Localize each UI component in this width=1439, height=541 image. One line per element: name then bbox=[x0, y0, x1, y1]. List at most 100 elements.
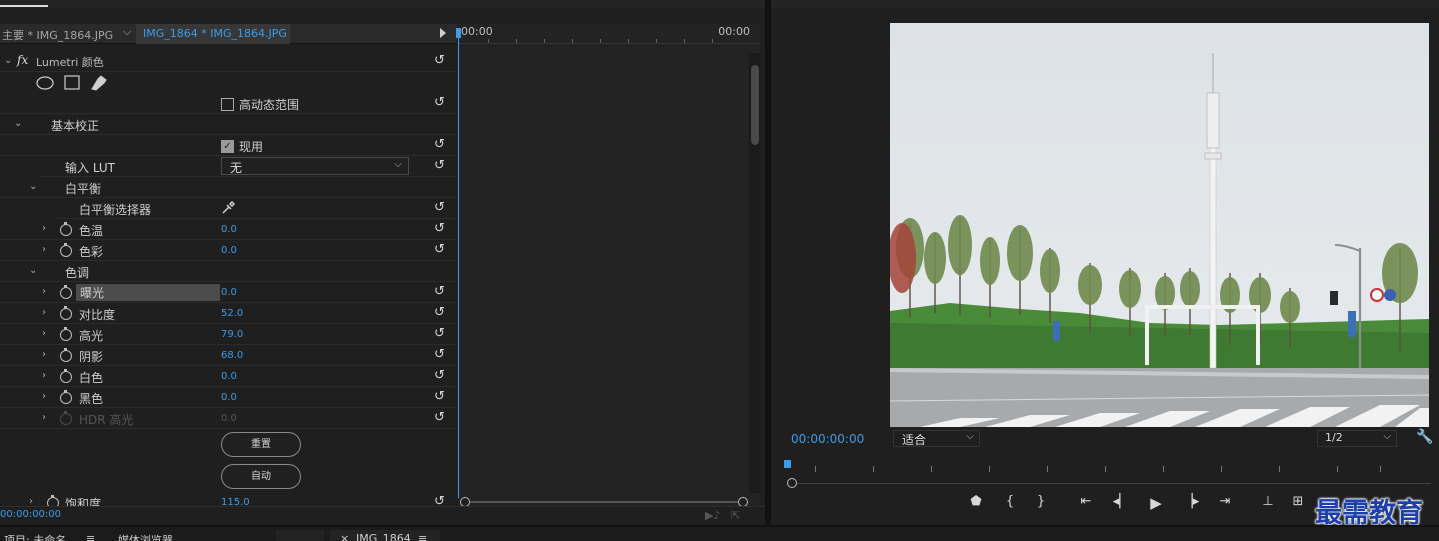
reset-icon[interactable]: ↺ bbox=[434, 284, 445, 299]
expand-chevron-icon[interactable]: › bbox=[42, 349, 46, 360]
enable-checkbox[interactable]: ✓ bbox=[221, 140, 234, 153]
go-to-out-icon[interactable]: ⇥ bbox=[1215, 494, 1235, 509]
wrench-icon[interactable]: 🔧 bbox=[1416, 429, 1433, 445]
program-time-ruler[interactable] bbox=[785, 460, 1385, 474]
effect-timeline-ruler[interactable]: 00:00 00:00 bbox=[458, 24, 760, 44]
export-icon[interactable]: ⇱ bbox=[731, 509, 740, 522]
expand-chevron-icon[interactable]: › bbox=[42, 412, 46, 423]
blacks-row[interactable]: › 黑色 0.0 ↺ bbox=[0, 387, 457, 408]
mark-in-icon[interactable]: { bbox=[1000, 494, 1020, 509]
exposure-value[interactable]: 0.0 bbox=[221, 287, 237, 298]
collapse-chevron-icon[interactable]: ⌄ bbox=[29, 181, 37, 192]
collapse-chevron-icon[interactable]: ⌄ bbox=[4, 55, 12, 66]
reset-icon[interactable]: ↺ bbox=[434, 305, 445, 320]
reset-button[interactable]: 重置 bbox=[221, 432, 301, 457]
reset-icon[interactable]: ↺ bbox=[434, 410, 445, 425]
tint-value[interactable]: 0.0 bbox=[221, 245, 237, 256]
collapsed-panel[interactable] bbox=[276, 530, 324, 541]
stopwatch-icon[interactable] bbox=[60, 369, 72, 383]
temperature-row[interactable]: › 色温 0.0 ↺ bbox=[0, 219, 457, 240]
fit-select[interactable]: 适合 ⌵ bbox=[893, 430, 980, 447]
menu-icon[interactable]: ≡ bbox=[86, 532, 95, 541]
step-forward-icon[interactable]: ▕▸ bbox=[1181, 494, 1201, 509]
tone-row[interactable]: ⌄ 色调 bbox=[0, 261, 457, 282]
step-back-icon[interactable]: ◂▏ bbox=[1111, 494, 1131, 509]
reset-icon[interactable]: ↺ bbox=[434, 347, 445, 362]
scrollbar-thumb[interactable] bbox=[751, 65, 759, 145]
reset-icon[interactable]: ↺ bbox=[434, 221, 445, 236]
expand-chevron-icon[interactable]: › bbox=[42, 391, 46, 402]
reset-icon[interactable]: ↺ bbox=[434, 242, 445, 257]
collapse-chevron-icon[interactable]: ⌄ bbox=[29, 265, 37, 276]
stopwatch-icon[interactable] bbox=[60, 306, 72, 320]
zoom-handle-left[interactable] bbox=[787, 478, 797, 488]
temperature-value[interactable]: 0.0 bbox=[221, 224, 237, 235]
collapse-chevron-icon[interactable]: ⌄ bbox=[14, 118, 22, 129]
vertical-scrollbar[interactable] bbox=[749, 53, 761, 493]
expand-chevron-icon[interactable]: › bbox=[42, 328, 46, 339]
add-marker-icon[interactable]: ⬟ bbox=[966, 494, 986, 509]
tab-project[interactable]: 项目: 未命名 bbox=[4, 532, 66, 541]
fx-icon[interactable]: fx bbox=[17, 53, 28, 67]
blacks-value[interactable]: 0.0 bbox=[221, 392, 237, 403]
resolution-select[interactable]: 1/2 ⌵ bbox=[1317, 430, 1397, 447]
hdr-highlights-row[interactable]: › HDR 高光 0.0 ↺ bbox=[0, 408, 457, 429]
contrast-value[interactable]: 52.0 bbox=[221, 308, 243, 319]
highlights-row[interactable]: › 高光 79.0 ↺ bbox=[0, 324, 457, 345]
video-preview[interactable] bbox=[890, 23, 1429, 427]
whites-row[interactable]: › 白色 0.0 ↺ bbox=[0, 366, 457, 387]
mark-out-icon[interactable]: } bbox=[1031, 494, 1051, 509]
play-icon[interactable]: ▶ bbox=[1146, 494, 1166, 512]
effect-playhead[interactable] bbox=[458, 28, 459, 498]
menu-icon[interactable]: ≡ bbox=[418, 532, 427, 541]
reset-icon[interactable]: ↺ bbox=[434, 368, 445, 383]
hdr-checkbox[interactable] bbox=[221, 98, 234, 111]
exposure-row[interactable]: › 曝光 0.0 ↺ bbox=[0, 282, 457, 303]
tab-media-browser[interactable]: 媒体浏览器 bbox=[118, 532, 173, 541]
highlights-value[interactable]: 79.0 bbox=[221, 329, 243, 340]
program-zoom-scrollbar[interactable] bbox=[787, 478, 1431, 488]
reset-icon[interactable]: ↺ bbox=[434, 53, 445, 68]
contrast-row[interactable]: › 对比度 52.0 ↺ bbox=[0, 303, 457, 324]
expand-chevron-icon[interactable]: › bbox=[42, 307, 46, 318]
reset-icon[interactable]: ↺ bbox=[434, 200, 445, 215]
basic-correction-row[interactable]: ⌄ 基本校正 bbox=[0, 114, 457, 135]
program-timecode[interactable]: 00:00:00:00 bbox=[791, 432, 864, 446]
reset-icon[interactable]: ↺ bbox=[434, 137, 445, 152]
shadows-value[interactable]: 68.0 bbox=[221, 350, 243, 361]
stopwatch-icon[interactable] bbox=[60, 285, 72, 299]
auto-button[interactable]: 自动 bbox=[221, 464, 301, 489]
filter-icon[interactable]: ▶♪ bbox=[705, 509, 720, 522]
reset-icon[interactable]: ↺ bbox=[434, 389, 445, 404]
effect-row-lumetri[interactable]: ⌄ fx Lumetri 颜色 ↺ bbox=[0, 51, 457, 72]
close-icon[interactable]: × bbox=[340, 532, 349, 541]
footer-timecode[interactable]: 00:00:00:00 bbox=[0, 509, 61, 520]
lift-icon[interactable]: ⊥ bbox=[1258, 494, 1278, 509]
expand-chevron-icon[interactable]: › bbox=[42, 244, 46, 255]
whites-value[interactable]: 0.0 bbox=[221, 371, 237, 382]
input-lut-select[interactable]: 无 ⌵ bbox=[221, 157, 409, 175]
source-clip-tab[interactable]: IMG_1864 * IMG_1864.JPG bbox=[136, 24, 290, 44]
playhead-handle[interactable] bbox=[456, 28, 461, 38]
extract-icon[interactable]: ⊞ bbox=[1288, 494, 1308, 509]
white-balance-row[interactable]: ⌄ 白平衡 bbox=[0, 177, 457, 198]
stopwatch-icon[interactable] bbox=[60, 390, 72, 404]
expand-chevron-icon[interactable]: › bbox=[42, 223, 46, 234]
eyedropper-icon[interactable] bbox=[221, 201, 235, 215]
stopwatch-icon[interactable] bbox=[60, 222, 72, 236]
program-playhead[interactable] bbox=[784, 460, 791, 468]
effect-timeline[interactable]: 00:00 00:00 bbox=[456, 24, 760, 506]
shadows-row[interactable]: › 阴影 68.0 ↺ bbox=[0, 345, 457, 366]
source-master-label[interactable]: 主要 * IMG_1864.JPG bbox=[2, 27, 113, 43]
chevron-down-icon[interactable]: ⌵ bbox=[123, 25, 131, 39]
stopwatch-icon[interactable] bbox=[60, 348, 72, 362]
reset-icon[interactable]: ↺ bbox=[434, 326, 445, 341]
stopwatch-icon[interactable] bbox=[60, 327, 72, 341]
stopwatch-icon[interactable] bbox=[60, 243, 72, 257]
expand-chevron-icon[interactable]: › bbox=[42, 370, 46, 381]
go-to-in-icon[interactable]: ⇤ bbox=[1076, 494, 1096, 509]
play-only-clip-icon[interactable] bbox=[440, 28, 446, 38]
tab-sequence[interactable]: IMG_1864 bbox=[356, 532, 411, 541]
expand-chevron-icon[interactable]: › bbox=[42, 286, 46, 297]
tint-row[interactable]: › 色彩 0.0 ↺ bbox=[0, 240, 457, 261]
